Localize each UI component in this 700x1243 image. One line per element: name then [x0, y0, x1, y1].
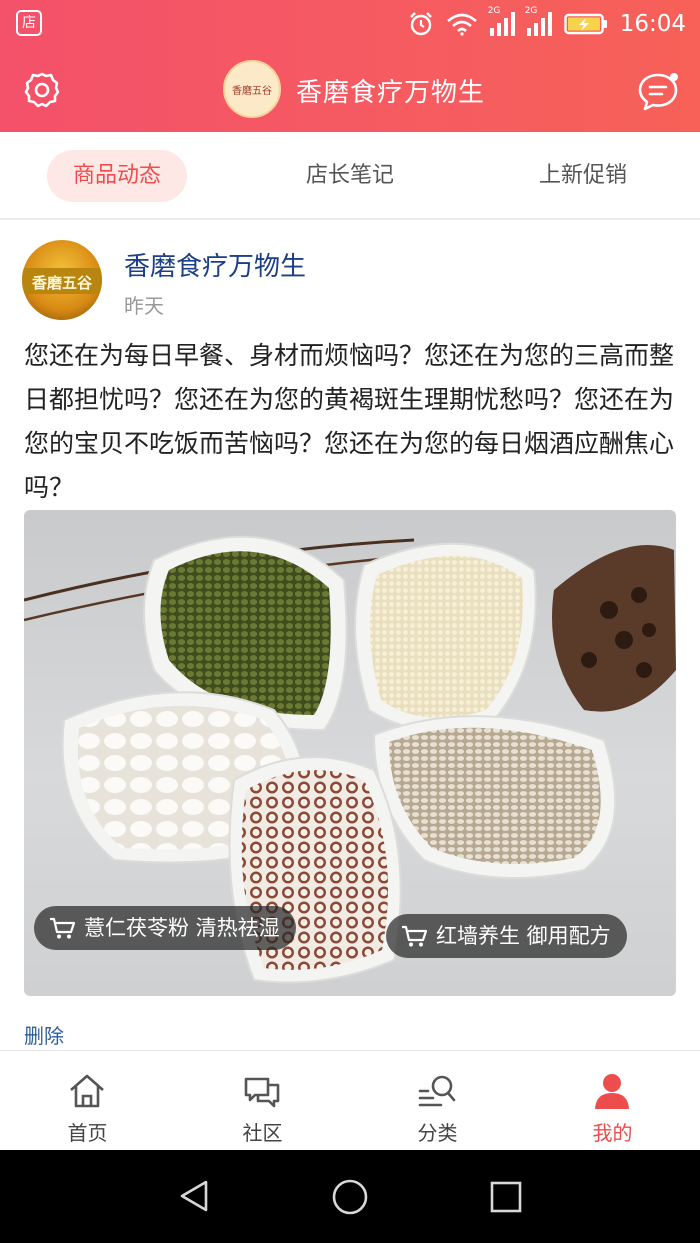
signal-icon-sim1: 2G	[488, 6, 515, 36]
message-chat-icon[interactable]	[636, 70, 680, 114]
alarm-icon	[409, 12, 432, 36]
post-body-text: 您还在为每日早餐、身材而烦恼吗？您还在为您的三高而整日都担忧吗？您还在为您的黄褐…	[24, 341, 675, 502]
wifi-icon	[446, 13, 477, 36]
nav-label: 社区	[242, 1121, 283, 1145]
app-header-background: 店 2G 2G 16:04 香磨五谷 香磨食疗万物生	[0, 0, 700, 132]
status-time: 16:04	[619, 11, 686, 37]
shop-notification-icon: 店	[16, 10, 42, 36]
community-icon	[244, 1077, 280, 1108]
product-tag-hongqiang[interactable]: 红墙养生 御用配方	[386, 914, 627, 958]
post-author-name[interactable]: 香磨食疗万物生	[124, 246, 306, 283]
profile-icon	[595, 1074, 629, 1109]
author-avatar[interactable]: 香磨五谷	[22, 240, 102, 320]
post-product-photo[interactable]: 薏仁茯苓粉 清热祛湿 红墙养生 御用配方	[24, 510, 676, 996]
back-icon[interactable]	[176, 1178, 212, 1214]
tab-product-updates[interactable]: 商品动态	[47, 150, 187, 202]
product-tag-label: 红墙养生 御用配方	[436, 924, 611, 948]
system-navigation-bar	[0, 1150, 700, 1243]
nav-label: 我的	[592, 1121, 633, 1145]
nav-label: 首页	[67, 1121, 108, 1145]
nav-category[interactable]: 分类	[350, 1051, 525, 1151]
shop-title: 香磨食疗万物生	[296, 78, 486, 108]
post-timestamp: 昨天	[124, 294, 164, 318]
settings-gear-icon[interactable]	[22, 70, 62, 110]
shopping-cart-icon	[50, 917, 76, 939]
nav-label: 分类	[417, 1121, 458, 1145]
shopping-cart-icon	[402, 925, 428, 947]
battery-charging-icon	[564, 13, 607, 35]
product-tag-label: 薏仁茯苓粉 清热祛湿	[84, 916, 280, 940]
recent-apps-icon[interactable]	[489, 1180, 523, 1214]
nav-profile[interactable]: 我的	[525, 1051, 700, 1151]
status-bar: 店 2G 2G 16:04	[0, 0, 700, 48]
content-tabs: 商品动态 店长笔记 上新促销	[0, 132, 700, 220]
app-header: 香磨五谷 香磨食疗万物生	[0, 48, 700, 132]
bottom-navigation: 首页 社区 分类 我的	[0, 1050, 700, 1150]
signal-icon-sim2: 2G	[525, 6, 552, 36]
nav-community[interactable]: 社区	[175, 1051, 350, 1151]
delete-post-link[interactable]: 删除	[24, 1020, 64, 1049]
home-icon	[70, 1074, 104, 1108]
tab-manager-notes[interactable]: 店长笔记	[280, 150, 420, 202]
nav-home[interactable]: 首页	[0, 1051, 175, 1151]
product-tag-yiren-fuling[interactable]: 薏仁茯苓粉 清热祛湿	[34, 906, 296, 950]
tab-new-promotions[interactable]: 上新促销	[513, 150, 653, 202]
home-circle-icon[interactable]	[331, 1178, 369, 1216]
shop-logo[interactable]: 香磨五谷	[223, 60, 281, 118]
category-search-icon	[418, 1075, 456, 1107]
